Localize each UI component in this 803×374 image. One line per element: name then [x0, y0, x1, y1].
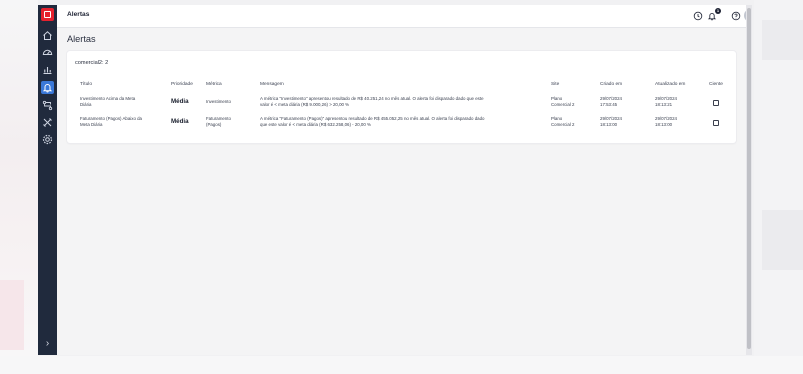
notification-badge: 1 [715, 8, 721, 14]
header-site: Site [551, 82, 560, 87]
header-atualizado: Atualizado em [655, 82, 686, 87]
page-bottom-strip [0, 356, 803, 374]
clock-icon[interactable] [693, 11, 703, 21]
cell-atualizado-time: 18:13:21 [655, 102, 673, 108]
nav-reports[interactable] [41, 63, 54, 76]
nav-home[interactable] [41, 29, 54, 42]
cell-prioridade: Média [171, 118, 189, 125]
table-row: Investimento Acima da Meta Diária [80, 96, 135, 108]
nav-flows[interactable] [41, 99, 54, 112]
cell-mensagem: A métrica "Investimento" apresentou resu… [260, 96, 484, 108]
header-prioridade: Prioridade [171, 82, 193, 87]
alerts-card: comercial2: 2 Título Prioridade Métrica … [67, 51, 736, 143]
flow-icon [42, 100, 53, 111]
header-mensagem: Mensagem [260, 82, 284, 87]
cell-metrica: Faturamento (Pagos) [206, 116, 231, 128]
ciente-checkbox[interactable] [713, 120, 719, 126]
nav-dashboard[interactable] [41, 45, 54, 58]
cell-atualizado: 29/07/2024 18:13:21 [655, 96, 677, 108]
cell-mensagem-line2: valor é < meta diária (R$ 9.000,26) > 20… [260, 102, 350, 108]
bell-icon [42, 84, 53, 93]
brand-logo[interactable] [41, 8, 54, 21]
cell-criado-time: 18:13:00 [600, 122, 618, 128]
page-title: Alertas [67, 34, 96, 44]
background-block [0, 280, 24, 350]
cell-metrica-line2: (Pagos) [206, 122, 222, 128]
card-subtitle: comercial2: 2 [75, 60, 109, 66]
tools-icon [43, 118, 52, 127]
chart-icon [43, 67, 52, 75]
expand-sidebar-icon[interactable]: › [42, 338, 53, 349]
scrollbar-thumb[interactable] [747, 8, 751, 349]
page-scrollbar[interactable] [746, 5, 752, 355]
nav-tools[interactable] [41, 116, 54, 129]
cell-site: Plano Comercial 2 [551, 116, 574, 128]
cell-titulo-line2: Meta Diária [80, 122, 103, 128]
cell-mensagem: A métrica "Faturamento (Pagos)" apresent… [260, 116, 485, 128]
cell-prioridade: Média [171, 98, 189, 105]
app-window: › Alertas 1 A Alertas comercial2: 2 Títu… [38, 5, 749, 355]
sidebar-rail: › [38, 5, 57, 355]
background-right [754, 0, 803, 374]
dashboard-icon [42, 49, 53, 55]
cell-site-line2: Comercial 2 [551, 102, 575, 108]
header-criado: Criado em [600, 82, 623, 87]
home-icon [43, 31, 52, 40]
header-ciente: Ciente [709, 82, 723, 87]
cell-criado: 29/07/2024 18:13:00 [600, 116, 622, 128]
cell-site-line2: Comercial 2 [551, 122, 575, 128]
nav-settings[interactable] [41, 133, 54, 146]
background-block [762, 210, 803, 270]
cell-atualizado: 29/07/2024 18:13:00 [655, 116, 677, 128]
top-bar: Alertas 1 A [57, 5, 749, 28]
cell-criado: 29/07/2024 17:53:45 [600, 96, 622, 108]
ciente-checkbox[interactable] [713, 100, 719, 106]
help-icon[interactable] [731, 11, 741, 21]
nav-alerts[interactable] [41, 81, 54, 94]
cell-metrica-line1: Investimento [206, 99, 231, 104]
background-left [0, 0, 38, 374]
cell-titulo-line2: Diária [80, 102, 92, 108]
topbar-title: Alertas [67, 11, 90, 18]
settings-icon [42, 134, 53, 145]
cell-metrica: Investimento [206, 99, 231, 105]
table-row: Faturamento (Pagos) Abaixo da Meta Diári… [80, 116, 142, 128]
header-metrica: Métrica [206, 82, 222, 87]
cell-criado-time: 17:53:45 [600, 102, 618, 108]
cell-atualizado-time: 18:13:00 [655, 122, 673, 128]
background-block [762, 20, 803, 60]
header-titulo: Título [80, 82, 92, 87]
cell-mensagem-line2: que este valor é < meta diária (R$ 632.2… [260, 122, 371, 128]
cell-site: Plano Comercial 2 [551, 96, 574, 108]
